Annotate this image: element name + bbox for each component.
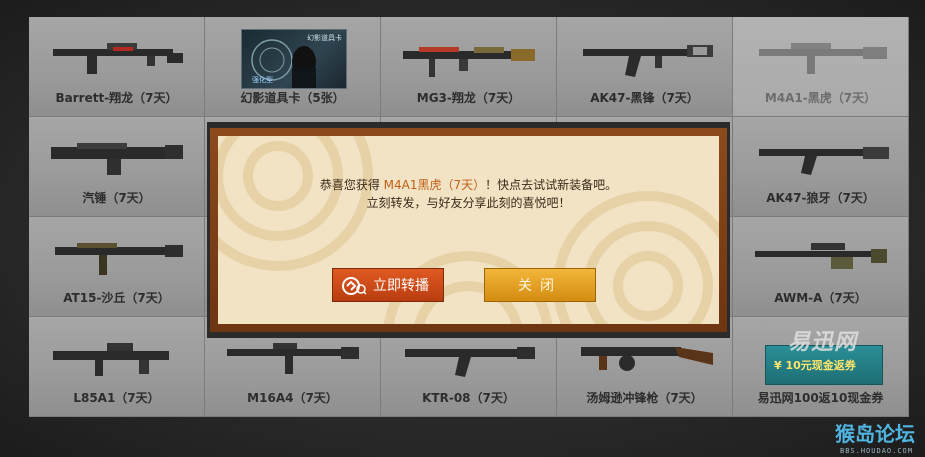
item-label: 汽锤（7天） bbox=[82, 191, 151, 205]
reward-item: M4A1-黑虎（7天） bbox=[733, 17, 909, 117]
assault-rifle-icon bbox=[55, 243, 183, 275]
assault-rifle-icon bbox=[583, 45, 713, 77]
assault-rifle-icon bbox=[405, 347, 535, 377]
site-url: BBS.HOUDAO.COM bbox=[839, 447, 913, 455]
item-label: 汤姆逊冲锋枪（7天） bbox=[586, 391, 703, 405]
swirl-pattern bbox=[218, 136, 719, 324]
brand-watermark: 易迅网 bbox=[788, 330, 858, 355]
reward-item: 汽锤（7天） bbox=[29, 117, 205, 217]
item-label: AK47-黑锋（7天） bbox=[590, 91, 699, 105]
item-label: M4A1-黑虎（7天） bbox=[764, 91, 877, 105]
reward-item: AT15-沙丘（7天） bbox=[29, 217, 205, 317]
item-card-icon: 幻影道具卡 强化型 bbox=[241, 29, 347, 89]
reward-dialog: 恭喜您获得 M4A1黑虎（7天）！快点去试试新装备吧。 立刻转发，与好友分享此刻… bbox=[210, 128, 727, 332]
reward-item-name: M4A1黑虎（7天） bbox=[383, 178, 486, 192]
item-label: L85A1（7天） bbox=[73, 391, 160, 405]
reward-item: L85A1（7天） bbox=[29, 317, 205, 417]
item-label: 易迅网100返10现金券 bbox=[757, 391, 884, 405]
bullpup-rifle-icon bbox=[53, 343, 169, 376]
coupon-text: ¥ 10元现金返券 bbox=[774, 359, 856, 372]
reward-item: MG3-翔龙（7天） bbox=[381, 17, 557, 117]
sniper-rifle-icon bbox=[755, 243, 887, 269]
item-label: M16A4（7天） bbox=[247, 391, 338, 405]
reward-item: 幻影道具卡 强化型 幻影道具卡（5张） bbox=[205, 17, 381, 117]
shotgun-icon bbox=[51, 143, 183, 175]
assault-rifle-icon bbox=[227, 343, 359, 374]
item-label: AK47-狼牙（7天） bbox=[766, 191, 875, 205]
close-button-label: 关闭 bbox=[518, 278, 562, 294]
share-button[interactable]: 立即转播 bbox=[332, 268, 444, 302]
site-logo: 猴岛论坛 bbox=[835, 422, 915, 446]
sniper-rifle-icon bbox=[53, 43, 183, 74]
item-label: KTR-08（7天） bbox=[422, 391, 515, 405]
assault-rifle-icon bbox=[759, 43, 887, 74]
dialog-body: 恭喜您获得 M4A1黑虎（7天）！快点去试试新装备吧。 立刻转发，与好友分享此刻… bbox=[218, 136, 719, 324]
item-label: MG3-翔龙（7天） bbox=[416, 91, 521, 105]
card-subtag: 强化型 bbox=[252, 76, 273, 84]
card-tag: 幻影道具卡 bbox=[307, 34, 342, 42]
machine-gun-icon bbox=[403, 47, 535, 77]
assault-rifle-icon bbox=[759, 147, 889, 175]
dialog-message-line2: 立刻转发，与好友分享此刻的喜悦吧！ bbox=[366, 196, 571, 210]
reward-item: AK47-狼牙（7天） bbox=[733, 117, 909, 217]
item-label: AT15-沙丘（7天） bbox=[63, 291, 170, 305]
reward-item: Barrett-翔龙（7天） bbox=[29, 17, 205, 117]
submachine-gun-icon bbox=[581, 347, 713, 371]
reward-item: AK47-黑锋（7天） bbox=[557, 17, 733, 117]
share-button-label: 立即转播 bbox=[373, 278, 429, 294]
item-label: AWM-A（7天） bbox=[774, 291, 867, 305]
item-label: Barrett-翔龙（7天） bbox=[55, 91, 178, 105]
item-label: 幻影道具卡（5张） bbox=[240, 91, 345, 105]
close-button[interactable]: 关闭 bbox=[484, 268, 596, 302]
share-icon bbox=[342, 277, 367, 295]
reward-item: AWM-A（7天） bbox=[733, 217, 909, 317]
dialog-message-line1: 恭喜您获得 M4A1黑虎（7天）！快点去试试新装备吧。 bbox=[319, 178, 618, 192]
